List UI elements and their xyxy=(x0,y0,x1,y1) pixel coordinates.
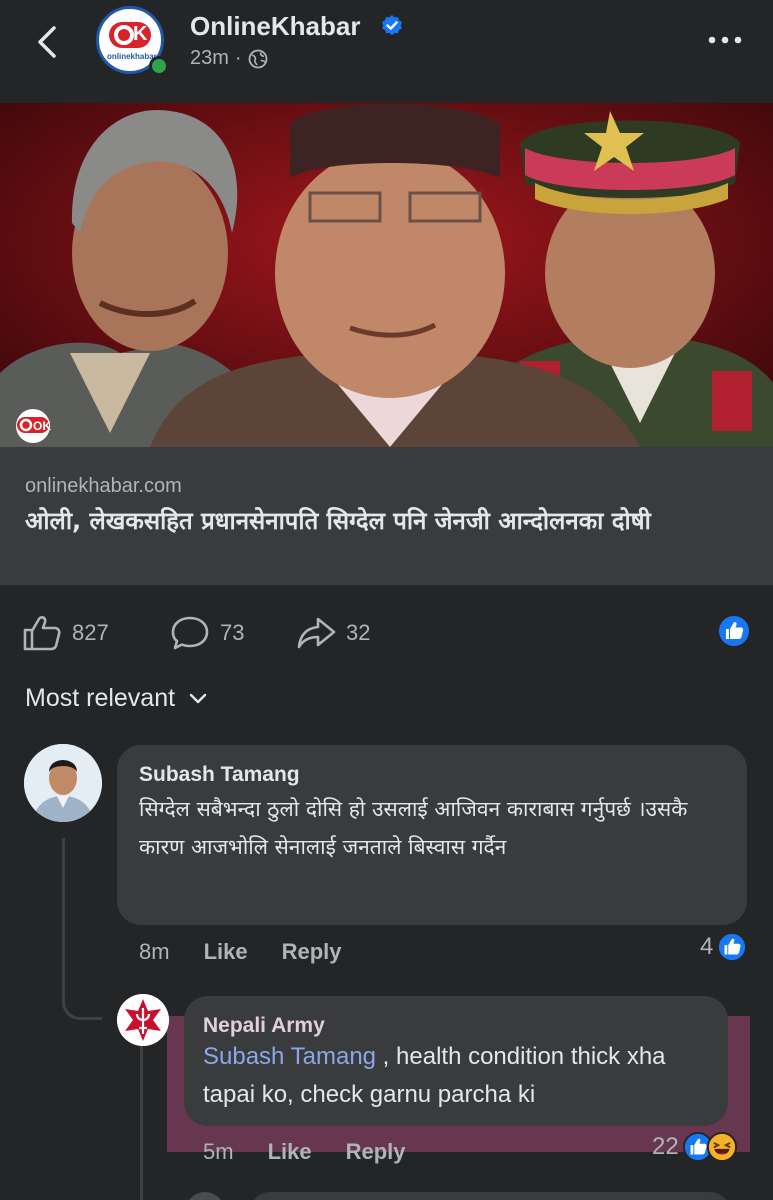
commenter-avatar[interactable] xyxy=(24,744,102,822)
user-photo-icon xyxy=(24,744,102,822)
reply-thread-line xyxy=(140,1045,143,1200)
comment-author[interactable]: Subash Tamang xyxy=(139,763,300,787)
comment-like-button[interactable]: Like xyxy=(204,939,248,965)
online-status-dot xyxy=(149,56,169,76)
next-comment-bubble xyxy=(250,1192,730,1200)
comment-meta: 8m Like Reply xyxy=(139,939,376,965)
share-count: 32 xyxy=(346,620,371,645)
mention-link[interactable]: Subash Tamang xyxy=(203,1043,376,1070)
globe-icon xyxy=(248,49,267,68)
reaction-count: 4 xyxy=(700,933,714,960)
haha-reaction-icon xyxy=(706,1132,737,1162)
nepali-army-avatar[interactable] xyxy=(117,994,169,1046)
reply-time: 5m xyxy=(203,1139,234,1164)
like-reaction-icon xyxy=(717,932,748,962)
comment-bubble-icon xyxy=(171,616,209,650)
reply-meta: 5m Like Reply xyxy=(203,1139,440,1165)
page-name[interactable]: OnlineKhabar xyxy=(190,11,360,42)
sort-label: Most relevant xyxy=(25,684,176,712)
post-meta: 23m · xyxy=(190,47,268,70)
comment-reply-button[interactable]: Reply xyxy=(282,939,342,965)
like-count: 827 xyxy=(72,620,109,645)
comment-reactions[interactable]: 4 xyxy=(700,932,748,962)
thumbs-up-icon xyxy=(23,616,61,651)
reply-author[interactable]: Nepali Army xyxy=(203,1014,325,1038)
meta-separator: · xyxy=(234,47,242,69)
reply-reply-button[interactable]: Reply xyxy=(346,1139,406,1165)
reply-reactions[interactable]: 22 xyxy=(652,1132,737,1162)
reply-text: Subash Tamang , health condition thick x… xyxy=(203,1038,723,1114)
like-action[interactable]: 827 xyxy=(22,615,109,651)
chevron-down-icon xyxy=(189,693,207,703)
army-emblem-icon xyxy=(117,994,169,1046)
comment-count: 73 xyxy=(220,620,245,645)
comment-time: 8m xyxy=(139,939,170,964)
share-action[interactable]: 32 xyxy=(296,615,370,651)
reply-thread-line xyxy=(62,838,102,1020)
back-arrow-icon[interactable] xyxy=(30,22,66,62)
reply-like-button[interactable]: Like xyxy=(268,1139,312,1165)
image-watermark-logo: OK xyxy=(16,409,51,443)
link-domain: onlinekhabar.com xyxy=(25,475,182,497)
share-arrow-icon xyxy=(297,617,336,649)
link-title[interactable]: ओली, लेखकसहित प्रधानसेनापति सिग्देल पनि … xyxy=(25,505,745,538)
post-header: K onlinekhabar OnlineKhabar 23m · xyxy=(0,0,773,103)
comment-sort-dropdown[interactable]: Most relevant xyxy=(25,684,207,713)
watermark-text: OK xyxy=(33,419,51,433)
post-actions-bar: 827 73 32 xyxy=(0,605,773,655)
like-reaction-icon[interactable] xyxy=(718,615,750,647)
comment-action[interactable]: 73 xyxy=(170,615,244,651)
post-photo-illustration xyxy=(0,103,773,447)
comment-text: सिग्देल सबैभन्दा ठुलो दोसि हो उसलाई आजिव… xyxy=(139,797,688,859)
post-time[interactable]: 23m xyxy=(190,47,229,70)
avatar-logo-text: onlinekhabar xyxy=(107,52,157,61)
more-options-icon[interactable] xyxy=(705,30,745,50)
reply-reaction-count: 22 xyxy=(652,1133,679,1160)
next-comment-avatar xyxy=(185,1192,225,1200)
verified-badge-icon xyxy=(382,15,402,36)
post-image[interactable]: OK xyxy=(0,103,773,447)
